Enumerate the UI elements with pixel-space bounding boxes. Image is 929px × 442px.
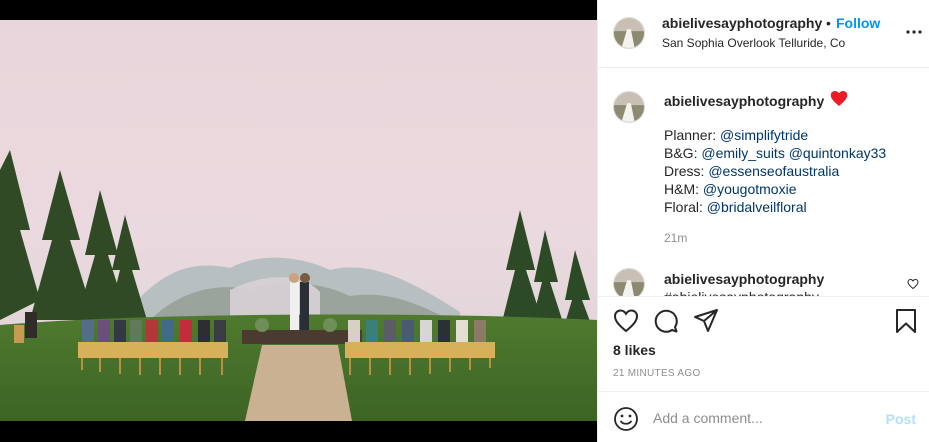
avatar[interactable] [613, 17, 645, 49]
avatar[interactable] [613, 91, 645, 123]
share-icon[interactable] [693, 308, 719, 334]
post-photo[interactable] [0, 0, 597, 442]
mention-link[interactable]: @essenseofaustralia [708, 163, 839, 179]
comments-list[interactable]: abielivesayphotography Planner: @simplif… [598, 69, 929, 297]
more-options-icon[interactable] [904, 24, 924, 40]
caption-line: H&M: @yougotmoxie [664, 180, 886, 198]
separator-dot: • [826, 15, 831, 31]
bookmark-icon[interactable] [893, 308, 919, 334]
emoji-icon[interactable] [613, 406, 639, 432]
post-timestamp[interactable]: 21 MINUTES AGO [613, 368, 701, 379]
action-bar [598, 298, 929, 344]
caption-line: Floral: @bridalveilfloral [664, 198, 886, 216]
avatar-image [614, 18, 644, 48]
avatar-image [614, 269, 644, 296]
avatar[interactable] [613, 268, 645, 296]
caption-line-label: Dress: [664, 163, 709, 179]
post-comment-button[interactable]: Post [886, 411, 916, 427]
caption-line-label: B&G: [664, 145, 702, 161]
heart-outline-icon[interactable] [907, 278, 919, 290]
mention-link[interactable]: @emily_suits @quintonkay33 [701, 145, 886, 161]
comment-text[interactable]: #abielivesayphotography [664, 289, 819, 296]
post-username[interactable]: abielivesayphotography [662, 15, 822, 31]
likes-count[interactable]: 8 likes [613, 342, 656, 358]
caption-username[interactable]: abielivesayphotography [664, 93, 824, 109]
mention-link[interactable]: @bridalveilfloral [707, 199, 807, 215]
caption-line-label: H&M: [664, 181, 703, 197]
caption-text: Planner: @simplifytride B&G: @emily_suit… [664, 126, 886, 216]
heart-icon[interactable] [613, 308, 639, 334]
mention-link[interactable]: @simplifytride [720, 127, 808, 143]
caption-line: Dress: @essenseofaustralia [664, 162, 886, 180]
comment-input[interactable] [653, 406, 873, 430]
post-side-panel: abielivesayphotography • Follow San Soph… [597, 0, 929, 442]
caption-line: Planner: @simplifytride [664, 126, 886, 144]
caption-line: B&G: @emily_suits @quintonkay33 [664, 144, 886, 162]
wedding-ceremony-image [0, 20, 597, 421]
caption-line-label: Floral: [664, 199, 707, 215]
comment-username[interactable]: abielivesayphotography [664, 271, 824, 287]
follow-button[interactable]: Follow [836, 15, 880, 31]
mention-link[interactable]: @yougotmoxie [703, 181, 797, 197]
caption-timestamp[interactable]: 21m [664, 231, 687, 245]
post-location[interactable]: San Sophia Overlook Telluride, Co [662, 36, 845, 50]
avatar-image [614, 92, 644, 122]
comment-icon[interactable] [653, 308, 679, 334]
caption-line-label: Planner: [664, 127, 721, 143]
post-header: abielivesayphotography • Follow San Soph… [598, 0, 929, 68]
add-comment-bar: Post [598, 391, 929, 442]
red-heart-icon [830, 91, 848, 106]
